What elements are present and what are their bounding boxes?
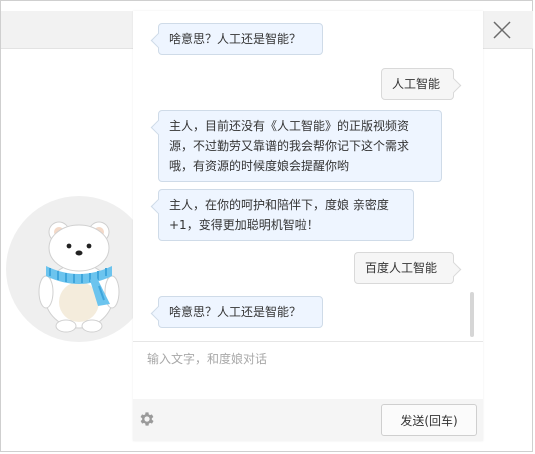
message-user: 百度人工智能 (354, 252, 454, 284)
message-input[interactable] (133, 342, 483, 400)
scrollbar-thumb[interactable] (470, 292, 474, 337)
message-bot: 主人，在你的呵护和陪伴下，度娘 亲密度 +1，变得更加聪明机智啦！ (158, 189, 414, 241)
gear-icon[interactable] (138, 410, 156, 428)
avatar (6, 196, 152, 342)
close-icon (493, 20, 511, 39)
message-list: 啥意思？人工还是智能？ 人工智能 主人，目前还没有《人工智能》的正版视频资 源，… (133, 11, 483, 341)
chat-panel: 啥意思？人工还是智能？ 人工智能 主人，目前还没有《人工智能》的正版视频资 源，… (133, 11, 483, 441)
input-toolbar: 发送(回车) (133, 399, 483, 441)
message-bot: 啥意思？人工还是智能？ (158, 296, 323, 328)
message-bot: 主人，目前还没有《人工智能》的正版视频资 源，不过勤劳又靠谱的我会帮你记下这个需… (158, 110, 442, 182)
message-bot: 啥意思？人工还是智能？ (158, 23, 323, 55)
message-user: 人工智能 (381, 68, 454, 100)
polar-bear-avatar (38, 221, 120, 333)
close-button[interactable] (482, 11, 522, 48)
message-input-area (133, 341, 483, 400)
send-button[interactable]: 发送(回车) (381, 404, 477, 436)
